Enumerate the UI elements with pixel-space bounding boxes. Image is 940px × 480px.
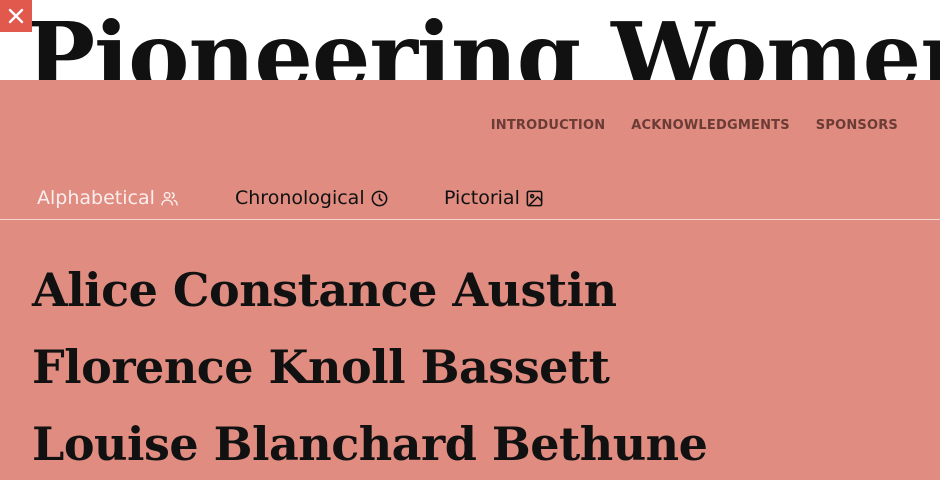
menu-panel: INTRODUCTION ACKNOWLEDGMENTS SPONSORS Al…	[0, 80, 940, 480]
tab-alphabetical-label: Alphabetical	[37, 187, 155, 209]
nav-sponsors[interactable]: SPONSORS	[816, 118, 898, 133]
masthead: Pioneering Women	[0, 0, 940, 80]
names-list: Alice Constance Austin Florence Knoll Ba…	[32, 252, 708, 480]
list-item[interactable]: Florence Knoll Bassett	[32, 329, 707, 406]
list-item[interactable]: Louise Blanchard Bethune	[32, 406, 708, 480]
nav-acknowledgments[interactable]: ACKNOWLEDGMENTS	[631, 118, 790, 133]
tab-chronological-label: Chronological	[235, 187, 365, 209]
top-nav: INTRODUCTION ACKNOWLEDGMENTS SPONSORS	[491, 118, 898, 133]
users-icon	[161, 191, 178, 206]
list-item[interactable]: Alice Constance Austin	[32, 252, 707, 329]
image-icon	[526, 190, 543, 206]
site-title: Pioneering Women	[26, 2, 940, 80]
tab-chronological[interactable]: Chronological	[235, 187, 389, 209]
clock-icon	[371, 190, 388, 206]
tab-alphabetical[interactable]: Alphabetical	[37, 187, 179, 209]
close-button[interactable]	[0, 0, 32, 32]
tab-pictorial-label: Pictorial	[444, 187, 520, 209]
nav-introduction[interactable]: INTRODUCTION	[491, 118, 606, 133]
close-icon	[8, 8, 24, 24]
view-tabs: Alphabetical Chronological Pictorial	[0, 178, 940, 220]
tab-pictorial[interactable]: Pictorial	[444, 187, 544, 209]
